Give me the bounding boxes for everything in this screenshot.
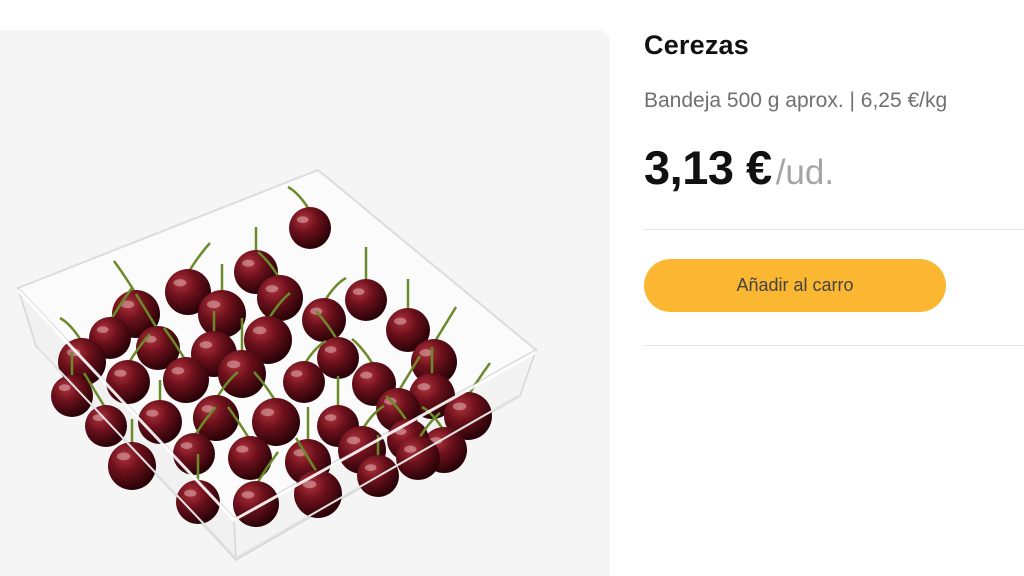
cherry — [218, 350, 266, 398]
cherry — [163, 357, 209, 403]
product-price: 3,13 € — [644, 141, 772, 194]
product-image — [0, 30, 610, 576]
cherry — [396, 436, 440, 480]
add-to-cart-button[interactable]: Añadir al carro — [644, 259, 946, 312]
price-unit: /ud. — [775, 153, 835, 192]
cherry — [233, 481, 279, 527]
cherry — [106, 360, 150, 404]
cherry — [138, 400, 182, 444]
cherry — [283, 361, 325, 403]
divider — [644, 229, 1024, 230]
product-info-panel: Cerezas Bandeja 500 g aprox. | 6,25 €/kg… — [644, 0, 1024, 576]
product-detail-page: Cerezas Bandeja 500 g aprox. | 6,25 €/kg… — [0, 0, 1024, 576]
product-title: Cerezas — [644, 30, 749, 60]
product-packaging-info: Bandeja 500 g aprox. | 6,25 €/kg — [644, 89, 948, 112]
cherry — [51, 375, 93, 417]
divider — [644, 345, 1024, 346]
cherry — [228, 436, 272, 480]
cherry — [345, 279, 387, 321]
price-row: 3,13 €/ud. — [644, 140, 834, 195]
cherry — [198, 290, 246, 338]
cherry — [85, 405, 127, 447]
cherry — [289, 207, 331, 249]
cherries-tray-illustration — [16, 168, 538, 563]
cherry — [173, 433, 215, 475]
cherry — [257, 275, 303, 321]
